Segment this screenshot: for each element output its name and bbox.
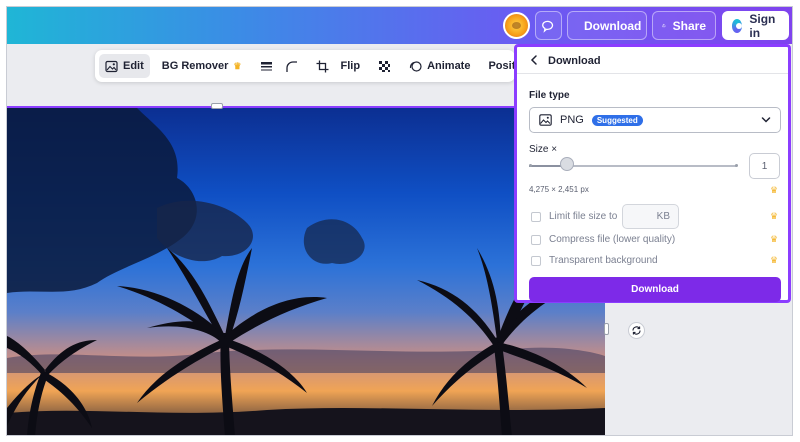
comment-icon bbox=[541, 20, 553, 33]
context-toolbar: Edit BG Remover ♛ Flip Animate Position bbox=[95, 50, 532, 82]
limit-file-size-label: Limit file size to bbox=[549, 211, 618, 222]
compress-file-label: Compress file (lower quality) bbox=[549, 234, 676, 245]
transparent-background-label: Transparent background bbox=[549, 255, 658, 266]
top-download-button[interactable]: Download bbox=[567, 11, 647, 40]
rotate-icon bbox=[632, 326, 641, 335]
compress-file-checkbox[interactable] bbox=[531, 234, 541, 245]
top-bar: Download Share Sign in bbox=[7, 7, 792, 44]
border-style-icon bbox=[260, 61, 272, 70]
sign-in-button[interactable]: Sign in bbox=[722, 11, 789, 40]
size-slider-fill bbox=[529, 165, 564, 167]
flip-tool[interactable]: Flip bbox=[335, 54, 367, 78]
bg-remover-label: BG Remover bbox=[161, 60, 229, 72]
back-arrow-icon[interactable] bbox=[529, 54, 539, 66]
suggested-badge: Suggested bbox=[591, 114, 643, 126]
edit-tool[interactable]: Edit bbox=[99, 54, 150, 78]
chevron-down-icon bbox=[761, 117, 771, 123]
bg-remover-tool[interactable]: BG Remover ♛ bbox=[156, 54, 248, 78]
download-button[interactable]: Download bbox=[529, 277, 781, 302]
resize-handle-top[interactable] bbox=[211, 103, 223, 109]
limit-file-size-checkbox[interactable] bbox=[531, 211, 541, 222]
flip-label: Flip bbox=[340, 60, 361, 72]
size-slider-thumb[interactable] bbox=[559, 157, 574, 171]
premium-crown-icon: ♛ bbox=[770, 211, 779, 221]
animate-tool[interactable]: Animate bbox=[403, 54, 476, 78]
limit-file-size-option[interactable]: Limit file size to bbox=[531, 211, 617, 222]
download-panel: Download File type PNG Suggested Size × … bbox=[514, 44, 791, 303]
user-avatar[interactable] bbox=[503, 12, 530, 39]
edit-label: Edit bbox=[123, 60, 144, 72]
panel-header: Download bbox=[517, 47, 788, 74]
transparency-icon bbox=[379, 60, 391, 72]
crown-icon: ♛ bbox=[233, 60, 242, 71]
animate-label: Animate bbox=[427, 60, 471, 72]
crop-tool[interactable] bbox=[310, 54, 335, 78]
share-label: Share bbox=[672, 18, 706, 33]
transparency-tool[interactable] bbox=[372, 54, 397, 78]
image-file-icon bbox=[539, 114, 552, 126]
size-input[interactable]: 1 bbox=[749, 153, 780, 179]
resize-handle-right[interactable] bbox=[604, 323, 609, 335]
file-type-label: File type bbox=[529, 90, 570, 101]
dimensions-text: 4,275 × 2,451 px bbox=[529, 185, 589, 194]
size-label: Size × bbox=[529, 144, 558, 155]
crop-icon bbox=[316, 60, 328, 72]
file-type-select[interactable]: PNG Suggested bbox=[529, 107, 781, 133]
corner-rounding-icon bbox=[285, 60, 297, 72]
image-edit-icon bbox=[105, 60, 118, 72]
comment-button[interactable] bbox=[535, 11, 562, 40]
file-size-input[interactable]: KB bbox=[622, 204, 679, 229]
corner-rounding-tool[interactable] bbox=[279, 54, 304, 78]
border-style-tool[interactable] bbox=[254, 54, 279, 78]
file-type-value: PNG bbox=[560, 114, 584, 126]
kb-unit: KB bbox=[656, 211, 670, 222]
slider-min-dot bbox=[529, 164, 532, 167]
top-download-label: Download bbox=[584, 18, 642, 33]
rotate-button[interactable] bbox=[628, 322, 645, 339]
panel-title: Download bbox=[548, 55, 601, 67]
sign-in-label: Sign in bbox=[749, 11, 776, 40]
share-icon bbox=[662, 23, 666, 28]
transparent-background-checkbox[interactable] bbox=[531, 255, 541, 266]
premium-crown-icon: ♛ bbox=[770, 185, 779, 195]
compress-file-option[interactable]: Compress file (lower quality) bbox=[531, 234, 675, 245]
app-frame: Download Share Sign in Edit BG Remover ♛ bbox=[6, 6, 793, 436]
animate-icon bbox=[409, 60, 422, 72]
canva-logo-icon bbox=[732, 18, 743, 33]
transparent-background-option[interactable]: Transparent background bbox=[531, 255, 658, 266]
premium-crown-icon: ♛ bbox=[770, 255, 779, 265]
share-button[interactable]: Share bbox=[652, 11, 716, 40]
premium-crown-icon: ♛ bbox=[770, 234, 779, 244]
slider-max-dot bbox=[735, 164, 738, 167]
